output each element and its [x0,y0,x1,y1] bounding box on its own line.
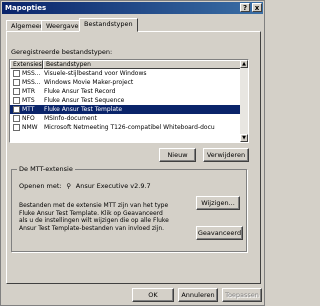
opens-with-label: Openen met: [19,182,62,190]
scroll-up-button[interactable]: ▲ [240,60,248,68]
extension-description: Bestanden met de extensie MTT zijn van h… [19,202,169,232]
list-item-extension: MTT [22,106,35,113]
list-header: Extensies Bestandstypen [10,60,241,69]
dialog-window: Mapopties ? x Algemeen Weergave Bestands… [0,0,265,306]
list-item[interactable]: NFO MSInfo-document [10,114,241,123]
list-item[interactable]: NMW Microsoft Netmeeting T126-compatibel … [10,123,241,132]
tab-weergave[interactable]: Weergave [41,20,84,31]
list-item-extension: MSS... [22,79,41,86]
list-item-description: Fluke Ansur Test Record [44,88,116,95]
file-icon [13,97,20,104]
registered-types-label: Geregistreerde bestandstypen: [11,48,113,56]
file-icon [13,79,20,86]
list-item-extension: MSS... [22,70,41,77]
file-icon [13,106,20,113]
file-types-list[interactable]: Extensies Bestandstypen MSS... Visuele-st… [9,59,249,143]
opens-with: Openen met: ⚲ Ansur Executive v2.9.7 [19,182,151,190]
file-icon [13,70,20,77]
list-item-extension: MTS [22,97,35,104]
column-header-extensions[interactable]: Extensies [10,60,43,69]
opens-with-value: Ansur Executive v2.9.7 [75,182,151,190]
apply-button[interactable]: Toepassen [222,288,262,302]
file-icon [13,88,20,95]
help-button[interactable]: ? [240,3,250,12]
list-item-extension: NFO [22,115,35,122]
list-item[interactable]: MTS Fluke Ansur Test Sequence [10,96,241,105]
title-bar: Mapopties ? x [2,2,263,14]
group-title: De MTT-extensie [17,165,75,173]
list-item-description: Windows Movie Maker-project [44,79,134,86]
vertical-scrollbar[interactable]: ▲ ▼ [240,60,248,142]
ok-button[interactable]: OK [132,288,174,302]
advanced-button[interactable]: Geavanceerd [196,226,243,240]
list-rows: MSS... Visuele-stijlbestand voor Windows M… [10,69,241,132]
file-icon [13,115,20,122]
list-item[interactable]: MTT Fluke Ansur Test Template [10,105,241,114]
new-button[interactable]: Nieuw [159,148,196,162]
file-icon [13,124,20,131]
column-header-file-types[interactable]: Bestandstypen [43,60,241,69]
list-item-extension: MTR [22,88,36,95]
list-item[interactable]: MSS... Visuele-stijlbestand voor Windows [10,69,241,78]
scroll-down-button[interactable]: ▼ [240,134,248,142]
close-button[interactable]: x [252,3,262,12]
list-item-description: MSInfo-document [44,115,97,122]
list-item-description: Microsoft Netmeeting T126-compatibel Whi… [44,124,215,131]
extension-details-group: De MTT-extensie Openen met: ⚲ Ansur Exec… [11,165,247,252]
delete-button[interactable]: Verwijderen [203,148,249,162]
app-icon: ⚲ [66,182,72,190]
list-item[interactable]: MTR Fluke Ansur Test Record [10,87,241,96]
change-button[interactable]: Wijzigen... [196,196,240,210]
cancel-button[interactable]: Annuleren [178,288,218,302]
list-item-description: Visuele-stijlbestand voor Windows [44,70,147,77]
list-item-extension: NMW [22,124,38,131]
list-item-description: Fluke Ansur Test Sequence [44,97,125,104]
list-item[interactable]: MSS... Windows Movie Maker-project [10,78,241,87]
tab-bestandstypen[interactable]: Bestandstypen [79,18,138,32]
window-title: Mapopties [5,4,47,12]
list-item-description: Fluke Ansur Test Template [44,106,123,113]
